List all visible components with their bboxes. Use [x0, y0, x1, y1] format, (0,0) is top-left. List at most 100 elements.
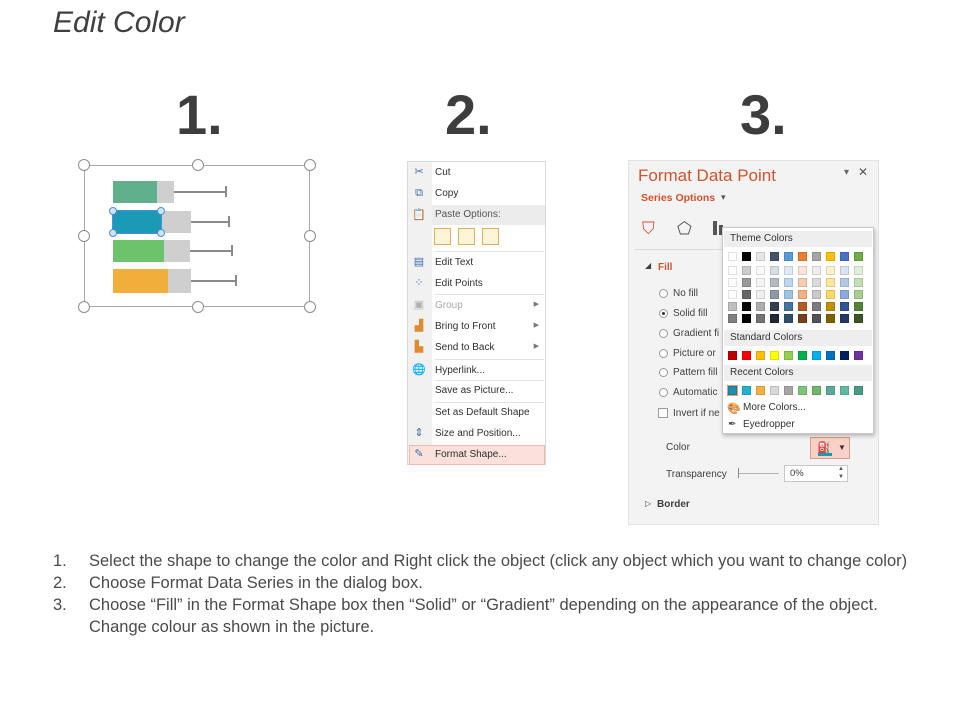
theme-shade-swatch[interactable] — [826, 314, 835, 323]
theme-shade-swatch[interactable] — [840, 314, 849, 323]
theme-shade-swatch[interactable] — [784, 314, 793, 323]
theme-shade-swatch[interactable] — [812, 314, 821, 323]
theme-color-swatch[interactable] — [784, 252, 793, 261]
menu-item-format-shape[interactable]: Format Shape... — [432, 445, 545, 465]
theme-shade-swatch[interactable] — [784, 302, 793, 311]
radio-solid-fill[interactable] — [659, 309, 668, 318]
point-handle[interactable] — [157, 229, 165, 237]
theme-shade-swatch[interactable] — [854, 266, 863, 275]
point-handle[interactable] — [157, 207, 165, 215]
paste-edit-icon[interactable] — [458, 228, 475, 245]
theme-shade-swatch[interactable] — [854, 302, 863, 311]
more-colors-item[interactable]: More Colors... — [743, 402, 806, 413]
theme-color-swatch[interactable] — [770, 252, 779, 261]
recent-color-swatch[interactable] — [840, 386, 849, 395]
theme-color-swatch[interactable] — [756, 252, 765, 261]
expand-icon[interactable]: ◢ — [645, 261, 651, 270]
radio-automatic[interactable] — [659, 388, 668, 397]
standard-color-swatch[interactable] — [812, 351, 821, 360]
theme-shade-swatch[interactable] — [756, 266, 765, 275]
bar-teal[interactable] — [113, 181, 157, 203]
close-icon[interactable]: ✕ — [858, 165, 868, 179]
theme-shade-swatch[interactable] — [854, 290, 863, 299]
theme-shade-swatch[interactable] — [840, 266, 849, 275]
standard-color-swatch[interactable] — [840, 351, 849, 360]
fill-line-icon[interactable]: ⛉ — [642, 219, 655, 239]
theme-shade-swatch[interactable] — [770, 302, 779, 311]
radio-pattern-fill[interactable] — [659, 368, 668, 377]
recent-color-swatch[interactable] — [812, 386, 821, 395]
resize-handle[interactable] — [78, 159, 90, 171]
theme-shade-swatch[interactable] — [812, 302, 821, 311]
recent-color-swatch[interactable] — [854, 386, 863, 395]
theme-shade-swatch[interactable] — [798, 266, 807, 275]
resize-handle[interactable] — [304, 230, 316, 242]
theme-shade-swatch[interactable] — [840, 290, 849, 299]
resize-handle[interactable] — [192, 301, 204, 313]
bar-orange[interactable] — [113, 269, 168, 293]
theme-color-swatch[interactable] — [798, 252, 807, 261]
standard-color-swatch[interactable] — [798, 351, 807, 360]
theme-shade-swatch[interactable] — [728, 278, 737, 287]
standard-color-swatch[interactable] — [854, 351, 863, 360]
theme-shade-swatch[interactable] — [728, 314, 737, 323]
theme-color-swatch[interactable] — [840, 252, 849, 261]
resize-handle[interactable] — [192, 159, 204, 171]
theme-shade-swatch[interactable] — [840, 302, 849, 311]
border-section-label[interactable]: Border — [657, 499, 690, 510]
theme-shade-swatch[interactable] — [798, 314, 807, 323]
theme-shade-swatch[interactable] — [826, 290, 835, 299]
paste-picture-icon[interactable] — [482, 228, 499, 245]
theme-shade-swatch[interactable] — [756, 278, 765, 287]
standard-color-swatch[interactable] — [784, 351, 793, 360]
menu-item-save-as-picture[interactable]: Save as Picture... — [432, 381, 545, 401]
theme-color-swatch[interactable] — [826, 252, 835, 261]
resize-handle[interactable] — [304, 159, 316, 171]
effects-icon[interactable]: ⬠ — [677, 219, 692, 239]
theme-shade-swatch[interactable] — [742, 266, 751, 275]
menu-item-copy[interactable]: Copy — [432, 184, 545, 204]
theme-shade-swatch[interactable] — [742, 302, 751, 311]
standard-color-swatch[interactable] — [770, 351, 779, 360]
standard-color-swatch[interactable] — [742, 351, 751, 360]
recent-color-swatch[interactable] — [756, 386, 765, 395]
eyedropper-item[interactable]: Eyedropper — [743, 419, 795, 430]
theme-shade-swatch[interactable] — [854, 314, 863, 323]
theme-shade-swatch[interactable] — [728, 266, 737, 275]
radio-picture-fill[interactable] — [659, 349, 668, 358]
bar-green[interactable] — [113, 240, 164, 262]
theme-shade-swatch[interactable] — [770, 266, 779, 275]
theme-shade-swatch[interactable] — [742, 290, 751, 299]
invert-checkbox[interactable] — [658, 408, 668, 418]
theme-shade-swatch[interactable] — [812, 266, 821, 275]
theme-shade-swatch[interactable] — [770, 278, 779, 287]
point-handle[interactable] — [109, 229, 117, 237]
menu-item-send-to-back[interactable]: Send to Back — [432, 338, 545, 358]
menu-item-edit-text[interactable]: Edit Text — [432, 253, 545, 273]
theme-shade-swatch[interactable] — [826, 302, 835, 311]
theme-shade-swatch[interactable] — [812, 290, 821, 299]
fill-section-label[interactable]: Fill — [658, 262, 672, 273]
theme-shade-swatch[interactable] — [798, 302, 807, 311]
theme-shade-swatch[interactable] — [812, 278, 821, 287]
bar-blue-selected[interactable] — [112, 210, 162, 234]
point-handle[interactable] — [109, 207, 117, 215]
menu-item-bring-to-front[interactable]: Bring to Front — [432, 317, 545, 337]
resize-handle[interactable] — [78, 301, 90, 313]
theme-shade-swatch[interactable] — [826, 278, 835, 287]
recent-color-swatch[interactable] — [770, 386, 779, 395]
menu-item-set-default-shape[interactable]: Set as Default Shape — [432, 403, 545, 423]
menu-item-group[interactable]: Group — [432, 296, 545, 316]
series-options-icon[interactable] — [713, 221, 717, 235]
recent-color-swatch[interactable] — [798, 386, 807, 395]
transparency-input[interactable]: 0% ▲ ▼ — [784, 465, 848, 482]
pane-dropdown-icon[interactable]: ▾ — [844, 167, 849, 178]
standard-color-swatch[interactable] — [756, 351, 765, 360]
resize-handle[interactable] — [304, 301, 316, 313]
standard-color-swatch[interactable] — [826, 351, 835, 360]
collapse-icon[interactable]: ▷ — [645, 499, 651, 508]
theme-color-swatch[interactable] — [728, 252, 737, 261]
resize-handle[interactable] — [78, 230, 90, 242]
theme-shade-swatch[interactable] — [742, 278, 751, 287]
theme-shade-swatch[interactable] — [742, 314, 751, 323]
